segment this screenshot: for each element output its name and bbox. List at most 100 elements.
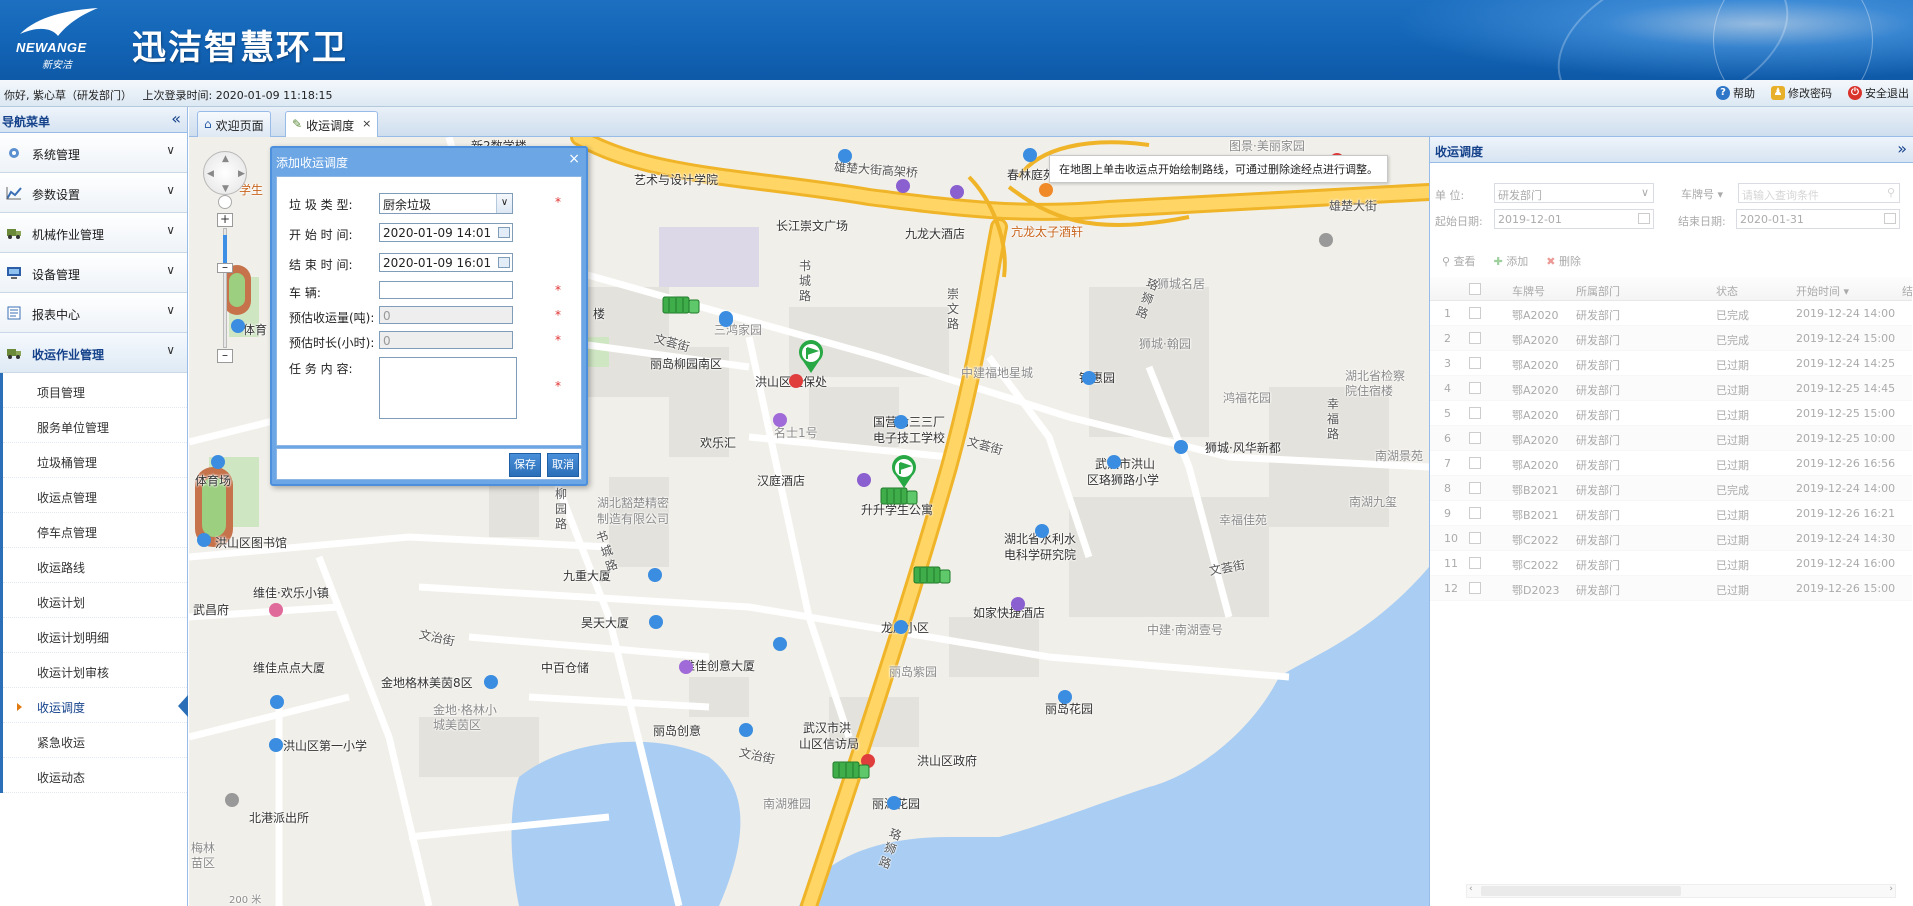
calendar-icon[interactable]: [498, 227, 510, 238]
sidebar-item-emergency[interactable]: 紧急收运: [3, 723, 187, 758]
status-cell: 已完成: [1716, 484, 1749, 497]
cancel-button[interactable]: 取消: [547, 453, 579, 477]
sidebar-group-system[interactable]: 系统管理 ∨: [0, 133, 187, 173]
help-link[interactable]: ? 帮助: [1716, 85, 1755, 101]
locate-icon[interactable]: [218, 195, 232, 209]
delete-button[interactable]: ✖ 删除: [1546, 253, 1581, 271]
panel-toolbar: ⚲ 查看 ✚ 添加 ✖ 删除: [1430, 249, 1912, 275]
task-content-textarea[interactable]: [379, 357, 517, 419]
vehicle-input[interactable]: [379, 281, 513, 299]
start-date-input[interactable]: 2019-12-01: [1494, 209, 1654, 229]
row-checkbox[interactable]: [1469, 482, 1481, 494]
sidebar-group-reports[interactable]: 报表中心 ∨: [0, 293, 187, 333]
view-button[interactable]: ⚲ 查看: [1442, 253, 1476, 271]
column-header[interactable]: 状态: [1716, 283, 1738, 299]
flag-marker-icon[interactable]: [793, 339, 829, 375]
sidebar-item-dispatch[interactable]: 收运调度: [3, 688, 188, 723]
truck-icon[interactable]: [912, 564, 952, 586]
truck-icon[interactable]: [831, 759, 871, 781]
row-checkbox[interactable]: [1469, 332, 1481, 344]
poi-government-icon: [789, 374, 803, 388]
table-row[interactable]: 8 鄂B2021 研发部门 已完成 2019-12-24 14:00: [1430, 476, 1912, 501]
map-road-label: 雄楚大街: [1329, 199, 1378, 213]
row-checkbox[interactable]: [1469, 582, 1481, 594]
est-duration-input: 0: [379, 331, 513, 349]
sidebar-item-label: 紧急收运: [37, 736, 86, 750]
table-row[interactable]: 4 鄂A2020 研发部门 已过期 2019-12-25 14:45: [1430, 376, 1912, 401]
close-icon[interactable]: ×: [568, 151, 580, 167]
calendar-icon[interactable]: [498, 257, 510, 268]
dept-cell: 研发部门: [1576, 534, 1620, 547]
start-time-input[interactable]: 2020-01-09 14:01: [379, 223, 513, 242]
zoom-slider-handle[interactable]: –: [217, 261, 233, 273]
table-row[interactable]: 1 鄂A2020 研发部门 已完成 2019-12-24 14:00: [1430, 301, 1912, 326]
column-header[interactable]: 开始时间 ▾: [1796, 283, 1849, 299]
sidebar-item-plan-review[interactable]: 收运计划审核: [3, 653, 187, 688]
row-checkbox[interactable]: [1469, 532, 1481, 544]
end-date-input[interactable]: 2020-01-31: [1736, 209, 1900, 229]
table-row[interactable]: 7 鄂A2020 研发部门 已过期 2019-12-26 16:56: [1430, 451, 1912, 476]
waste-type-select[interactable]: 厨余垃圾 ∨: [379, 193, 513, 214]
dept-select[interactable]: 研发部门 ∨: [1494, 183, 1654, 203]
plate-search-input[interactable]: 请输入查询条件 ⚲: [1738, 183, 1900, 203]
collapse-icon[interactable]: «: [171, 109, 181, 128]
sidebar-item-plan-details[interactable]: 收运计划明细: [3, 618, 187, 653]
logout-link[interactable]: ⏻ 安全退出: [1848, 85, 1909, 101]
sidebar-item-routes[interactable]: 收运路线: [3, 548, 187, 583]
table-row[interactable]: 6 鄂A2020 研发部门 已过期 2019-12-25 10:00: [1430, 426, 1912, 451]
plate-cell: 鄂A2020: [1512, 309, 1559, 322]
input-value: 2019-12-01: [1498, 213, 1562, 226]
table-row[interactable]: 11 鄂C2022 研发部门 已过期 2019-12-24 16:00: [1430, 551, 1912, 576]
row-checkbox[interactable]: [1469, 507, 1481, 519]
row-checkbox[interactable]: [1469, 432, 1481, 444]
table-row[interactable]: 5 鄂A2020 研发部门 已过期 2019-12-25 15:00: [1430, 401, 1912, 426]
column-header[interactable]: 所属部门: [1576, 283, 1620, 299]
sidebar-group-machinery[interactable]: 机械作业管理 ∨: [0, 213, 187, 253]
row-checkbox[interactable]: [1469, 457, 1481, 469]
chevron-down-icon: ∨: [166, 263, 175, 277]
sidebar-item-dynamics[interactable]: 收运动态: [3, 758, 187, 793]
scroll-right-icon[interactable]: ›: [1889, 884, 1893, 894]
sidebar-item-collection-points[interactable]: 收运点管理: [3, 478, 187, 513]
select-all-checkbox[interactable]: [1469, 283, 1481, 295]
zoom-in-button[interactable]: +: [217, 213, 233, 227]
table-row[interactable]: 10 鄂C2022 研发部门 已过期 2019-12-24 14:30: [1430, 526, 1912, 551]
column-header[interactable]: 结: [1902, 283, 1913, 299]
flag-marker-icon[interactable]: [886, 454, 922, 490]
table-row[interactable]: 12 鄂D2023 研发部门 已过期 2019-12-26 15:00: [1430, 576, 1912, 601]
sidebar-item-projects[interactable]: 项目管理: [3, 373, 187, 408]
row-checkbox[interactable]: [1469, 357, 1481, 369]
add-button[interactable]: ✚ 添加: [1494, 253, 1529, 271]
change-password-link[interactable]: ♟ 修改密码: [1771, 85, 1832, 101]
zoom-out-button[interactable]: –: [217, 349, 233, 363]
plate-type-select[interactable]: 车牌号 ▾: [1678, 183, 1738, 203]
sidebar-group-params[interactable]: 参数设置 ∨: [0, 173, 187, 213]
horizontal-scrollbar[interactable]: ‹ ›: [1466, 884, 1896, 898]
expand-icon[interactable]: »: [1897, 139, 1907, 158]
table-row[interactable]: 2 鄂A2020 研发部门 已完成 2019-12-24 15:00: [1430, 326, 1912, 351]
truck-icon[interactable]: [661, 294, 701, 316]
end-time-input[interactable]: 2020-01-09 16:01: [379, 253, 513, 272]
row-checkbox[interactable]: [1469, 382, 1481, 394]
tab-bar: ⌂ 欢迎页面 ✎ 收运调度 ×: [189, 107, 1913, 138]
user-info-bar: 你好, 紫心草（研发部门） 上次登录时间: 2020-01-09 11:18:1…: [0, 80, 1913, 107]
pan-control[interactable]: ▲ ▼ ◀ ▶: [203, 151, 247, 195]
sidebar-group-collection[interactable]: 收运作业管理 ∨: [0, 333, 187, 373]
row-checkbox[interactable]: [1469, 307, 1481, 319]
column-header[interactable]: 车牌号: [1512, 283, 1545, 299]
save-button[interactable]: 保存: [509, 453, 541, 477]
close-icon[interactable]: ×: [362, 117, 371, 138]
scrollbar-thumb[interactable]: [1481, 886, 1681, 896]
sidebar-item-service-units[interactable]: 服务单位管理: [3, 408, 187, 443]
row-checkbox[interactable]: [1469, 557, 1481, 569]
tab-dispatch[interactable]: ✎ 收运调度 ×: [285, 111, 379, 138]
table-row[interactable]: 9 鄂B2021 研发部门 已过期 2019-12-26 16:21: [1430, 501, 1912, 526]
sidebar-group-devices[interactable]: 设备管理 ∨: [0, 253, 187, 293]
tab-welcome[interactable]: ⌂ 欢迎页面: [197, 111, 271, 137]
sidebar-item-plans[interactable]: 收运计划: [3, 583, 187, 618]
sidebar-item-parking[interactable]: 停车点管理: [3, 513, 187, 548]
table-row[interactable]: 3 鄂A2020 研发部门 已过期 2019-12-24 14:25: [1430, 351, 1912, 376]
row-checkbox[interactable]: [1469, 407, 1481, 419]
scroll-left-icon[interactable]: ‹: [1469, 884, 1473, 894]
sidebar-item-bins[interactable]: 垃圾桶管理: [3, 443, 187, 478]
